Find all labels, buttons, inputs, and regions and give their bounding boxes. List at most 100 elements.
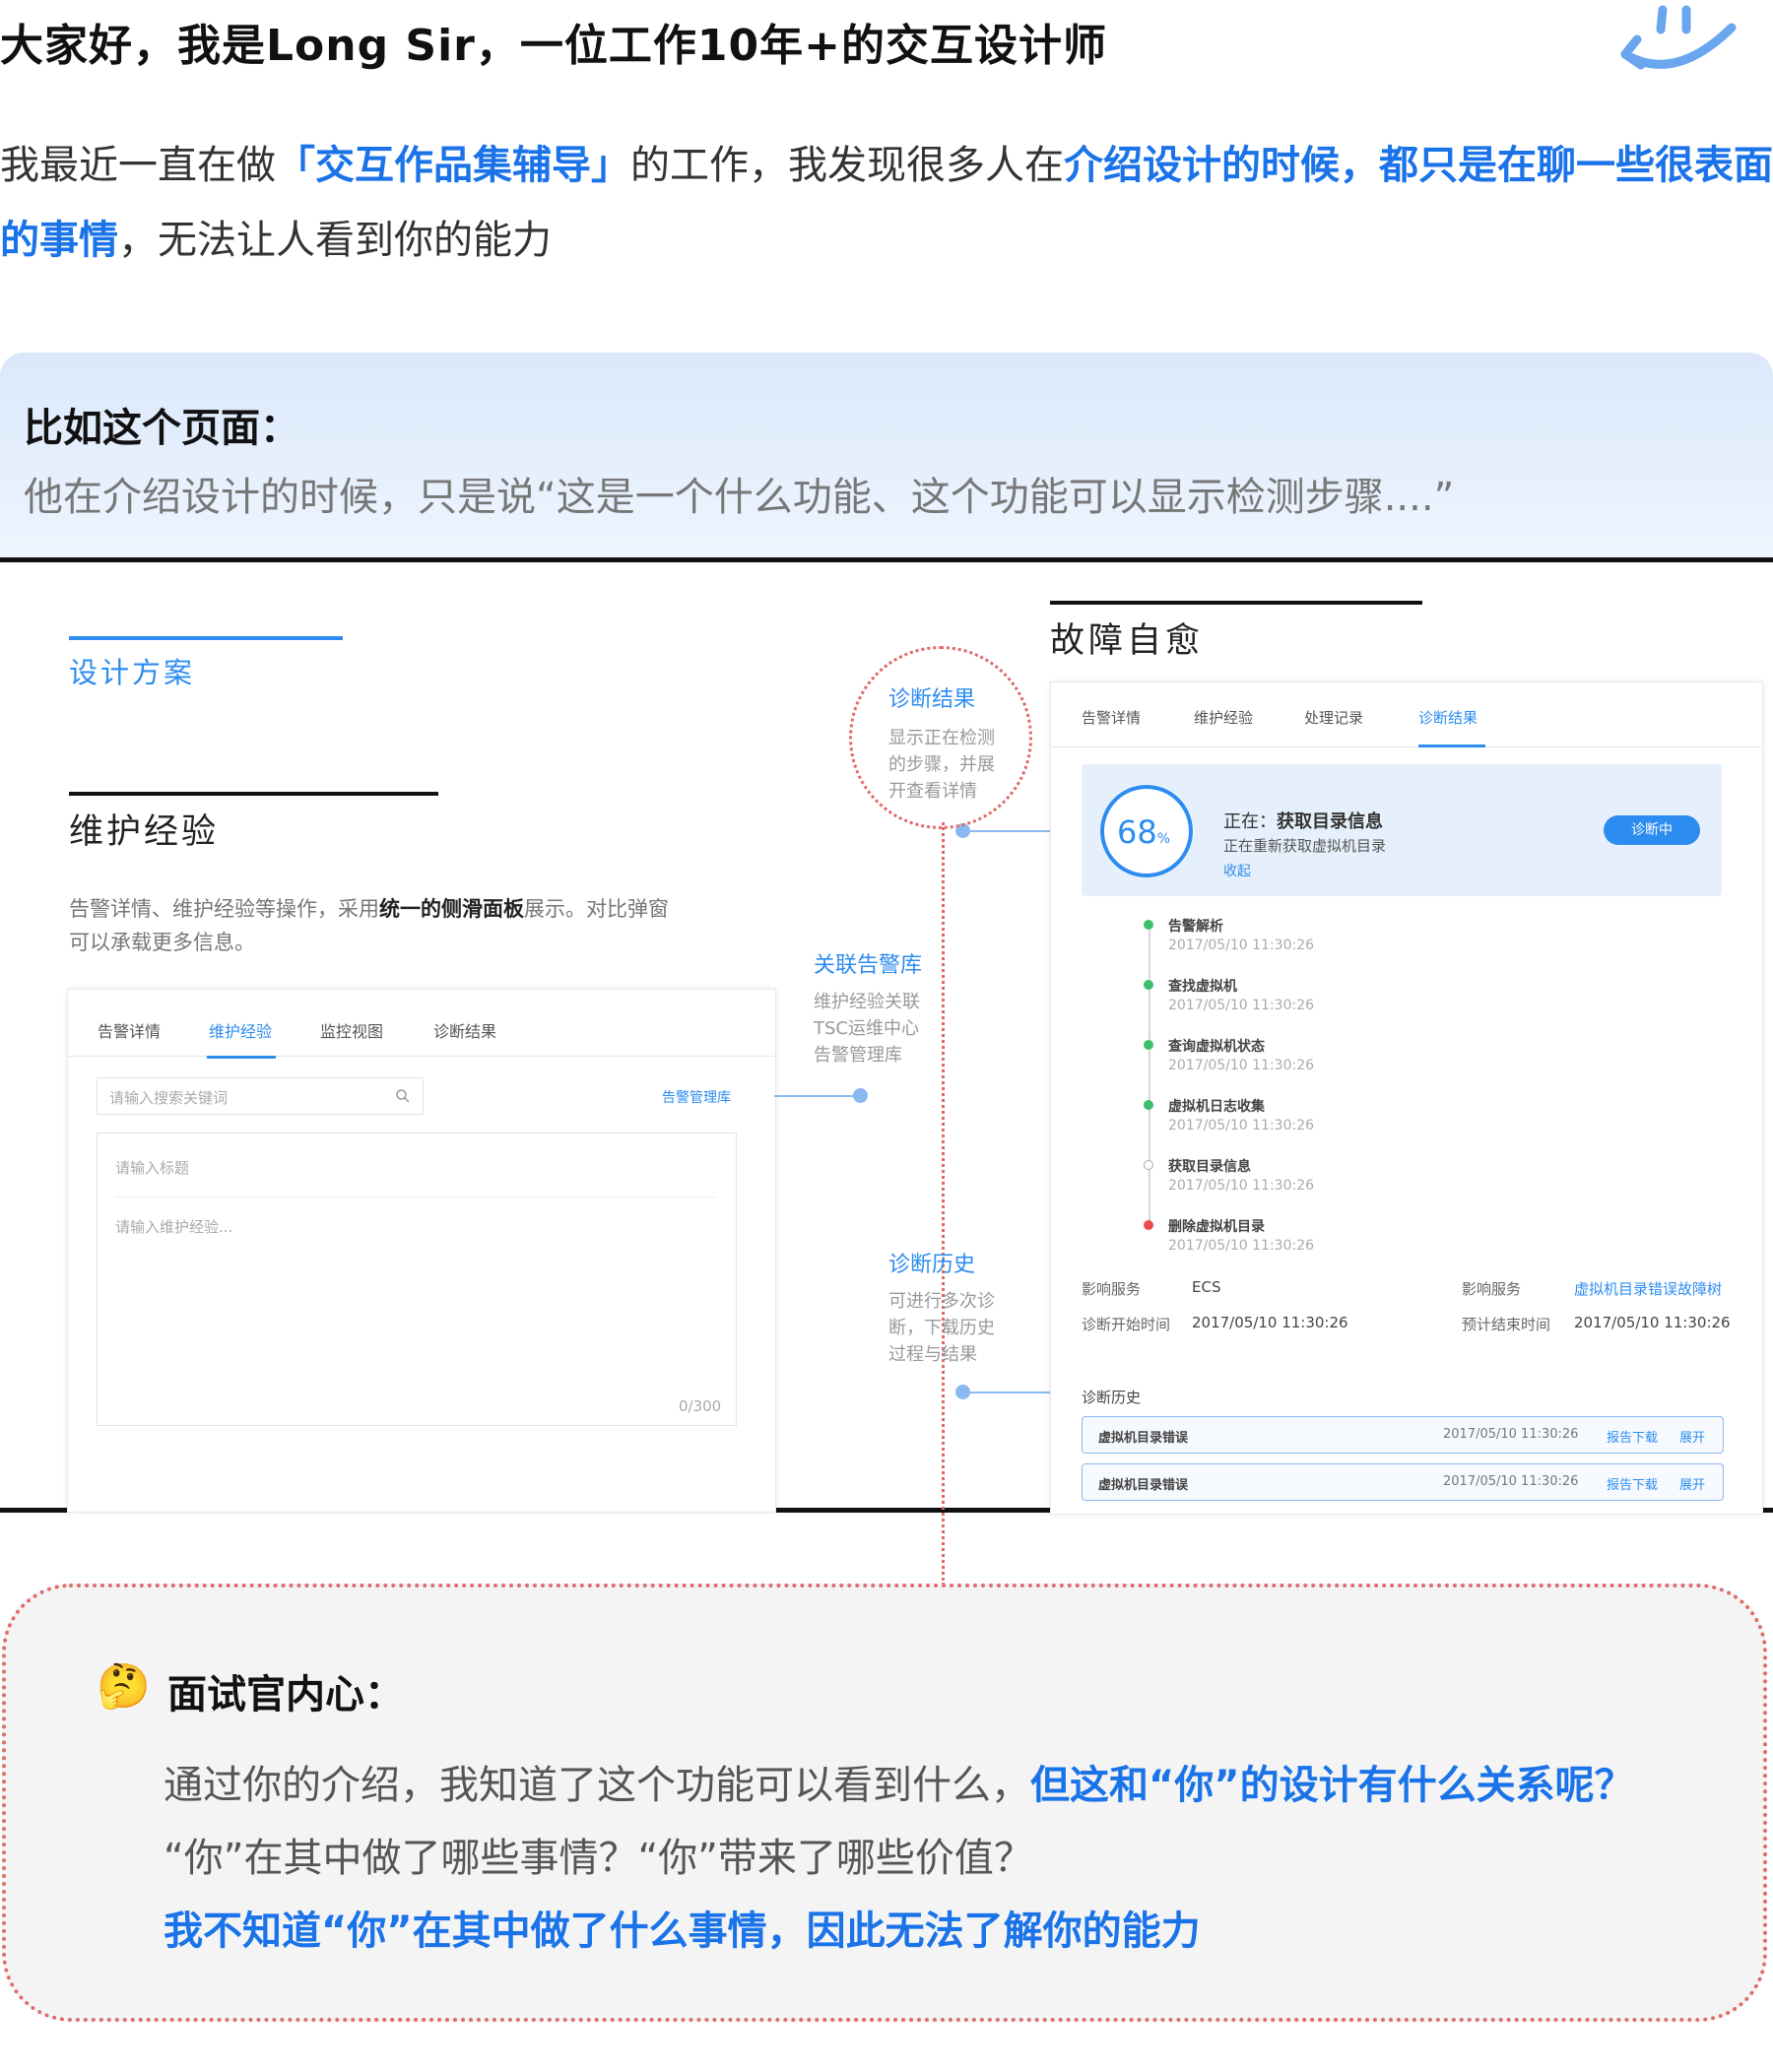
status-sub: 正在重新获取虚拟机目录 xyxy=(1223,837,1387,855)
info-link-value[interactable]: 虚拟机目录错误故障树 xyxy=(1574,1278,1722,1299)
collapse-link[interactable]: 收起 xyxy=(1223,861,1251,880)
smiley-icon xyxy=(1620,5,1737,70)
line-text: 通过你的介绍，我知道了这个功能可以看到什么， xyxy=(164,1763,1030,1808)
info-value: 2017/05/10 11:30:26 xyxy=(1574,1314,1731,1331)
annotation-line: 断，下载历史 xyxy=(888,1318,995,1338)
bottom-line-1: 通过你的介绍，我知道了这个功能可以看到什么，但这和“你”的设计有什么关系呢？ xyxy=(164,1753,1634,1810)
step-name: 获取目录信息 xyxy=(1168,1159,1251,1175)
intro-highlight-service: 「交互作品集辅导」 xyxy=(276,143,630,188)
step-dot xyxy=(1144,1100,1153,1110)
connector-line xyxy=(774,1095,859,1097)
callout-body: 他在介绍设计的时候，只是说“这是一个什么功能、这个功能可以显示检测步骤....” xyxy=(24,475,1455,520)
expand-link[interactable]: 展开 xyxy=(1679,1427,1705,1446)
alarm-library-link[interactable]: 告警管理库 xyxy=(662,1087,731,1107)
section-underline xyxy=(69,636,343,640)
thinking-face-icon: 🤔 xyxy=(97,1661,151,1712)
progress-value: 68% xyxy=(1117,813,1170,851)
callout-title: 比如这个页面： xyxy=(24,406,299,451)
content-placeholder[interactable]: 请输入维护经验... xyxy=(115,1216,232,1237)
info-key: 诊断开始时间 xyxy=(1082,1316,1171,1333)
connector-dot xyxy=(955,1385,970,1399)
info-value: ECS xyxy=(1192,1278,1221,1296)
tab-diagnosis[interactable]: 诊断结果 xyxy=(433,1018,496,1042)
step-name: 查找虚拟机 xyxy=(1168,979,1237,995)
red-dotted-pointer xyxy=(942,822,945,1586)
status-label: 正在： xyxy=(1223,811,1277,832)
progress-number: 68 xyxy=(1117,813,1157,851)
annotation-diagnosis-body: 显示正在检测 的步骤，并展 开查看详情 xyxy=(888,725,995,805)
annotation-alarm-title: 关联告警库 xyxy=(814,953,923,978)
step-dot xyxy=(1144,1160,1153,1170)
annotation-line: 维护经验关联 xyxy=(814,992,920,1012)
info-key: 影响服务 xyxy=(1082,1280,1142,1298)
right-tab-alarm[interactable]: 告警详情 xyxy=(1082,707,1141,728)
search-input[interactable]: 请输入搜索关键词 xyxy=(97,1077,424,1115)
history-time: 2017/05/10 11:30:26 xyxy=(1443,1474,1579,1489)
search-icon[interactable] xyxy=(395,1088,411,1104)
step-name: 告警解析 xyxy=(1168,919,1223,935)
step-dot xyxy=(1144,1220,1153,1230)
editor-divider xyxy=(115,1197,716,1198)
tab-active-indicator xyxy=(207,1056,276,1059)
right-tab-divider xyxy=(1050,746,1761,747)
right-tab-maintenance[interactable]: 维护经验 xyxy=(1194,707,1253,728)
right-tab-records[interactable]: 处理记录 xyxy=(1304,707,1363,728)
step-name: 删除虚拟机目录 xyxy=(1168,1219,1265,1235)
maint-editor[interactable]: 请输入标题 请输入维护经验... 0/300 xyxy=(97,1133,737,1426)
step-time: 2017/05/10 11:30:26 xyxy=(1168,998,1315,1013)
annotation-history-title: 诊断历史 xyxy=(888,1253,976,1277)
info-key: 预计结束时间 xyxy=(1462,1316,1551,1333)
status-value: 获取目录信息 xyxy=(1277,811,1383,832)
tab-maintenance[interactable]: 维护经验 xyxy=(209,1018,272,1042)
page-title: 大家好，我是Long Sir，一位工作10年+的交互设计师 xyxy=(0,21,1107,71)
tab-monitor-view[interactable]: 监控视图 xyxy=(320,1018,383,1042)
bottom-title: 面试官内心： xyxy=(167,1672,404,1717)
report-download-link[interactable]: 报告下载 xyxy=(1607,1474,1658,1493)
maint-title: 维护经验 xyxy=(69,812,220,852)
section-label: 设计方案 xyxy=(69,656,196,689)
annotation-line: 过程与结果 xyxy=(888,1344,977,1365)
connector-line xyxy=(963,830,1052,832)
annotation-line: 可进行多次诊 xyxy=(888,1291,995,1312)
intro-prefix: 我最近一直在做 xyxy=(0,143,276,188)
annotation-line: 告警管理库 xyxy=(814,1045,902,1066)
right-tab-diagnosis[interactable]: 诊断结果 xyxy=(1418,707,1478,728)
info-value: 2017/05/10 11:30:26 xyxy=(1192,1314,1348,1331)
step-name: 虚拟机日志收集 xyxy=(1168,1099,1265,1115)
annotation-line: 开查看详情 xyxy=(888,781,977,802)
history-row[interactable]: 虚拟机目录错误 2017/05/10 11:30:26 报告下载 展开 xyxy=(1082,1463,1724,1501)
line-highlight: 但这和“你”的设计有什么关系呢？ xyxy=(1030,1763,1634,1808)
step-time: 2017/05/10 11:30:26 xyxy=(1168,1238,1315,1254)
annotation-line: 显示正在检测 xyxy=(888,728,995,748)
step-time: 2017/05/10 11:30:26 xyxy=(1168,1058,1315,1073)
maint-rule xyxy=(69,792,438,796)
step-time: 2017/05/10 11:30:26 xyxy=(1168,1118,1315,1133)
step-dot xyxy=(1144,1040,1153,1050)
step-time: 2017/05/10 11:30:26 xyxy=(1168,1178,1315,1194)
step-dot xyxy=(1144,920,1153,930)
history-row[interactable]: 虚拟机目录错误 2017/05/10 11:30:26 报告下载 展开 xyxy=(1082,1416,1724,1454)
title-placeholder[interactable]: 请输入标题 xyxy=(115,1157,189,1178)
desc-bold: 统一的侧滑面板 xyxy=(379,897,524,921)
info-key: 影响服务 xyxy=(1462,1280,1522,1298)
history-name: 虚拟机目录错误 xyxy=(1098,1478,1189,1493)
expand-link[interactable]: 展开 xyxy=(1679,1474,1705,1493)
diagnosing-button[interactable]: 诊断中 xyxy=(1604,815,1700,845)
annotation-alarm-body: 维护经验关联 TSC运维中心 告警管理库 xyxy=(814,989,920,1068)
bottom-line-2: “你”在其中做了哪些事情？“你”带来了哪些价值？ xyxy=(164,1836,1033,1881)
connector-line xyxy=(963,1392,1052,1393)
tab-alarm-detail[interactable]: 告警详情 xyxy=(98,1018,161,1042)
report-download-link[interactable]: 报告下载 xyxy=(1607,1427,1658,1446)
right-tab-indicator xyxy=(1418,745,1485,747)
example-callout xyxy=(0,353,1773,559)
intro-paragraph: 我最近一直在做「交互作品集辅导」的工作，我发现很多人在介绍设计的时候，都只是在聊… xyxy=(0,128,1773,278)
step-name: 查询虚拟机状态 xyxy=(1168,1039,1265,1055)
right-rule xyxy=(1050,601,1422,605)
timeline-line xyxy=(1149,926,1150,1229)
history-time: 2017/05/10 11:30:26 xyxy=(1443,1427,1579,1442)
status-line: 正在：获取目录信息 xyxy=(1223,808,1383,833)
desc-text: 展示。对比弹窗 xyxy=(524,897,669,921)
step-time: 2017/05/10 11:30:26 xyxy=(1168,938,1315,953)
maint-description: 告警详情、维护经验等操作，采用统一的侧滑面板展示。对比弹窗 可以承载更多信息。 xyxy=(69,892,669,959)
intro-suffix: ，无法让人看到你的能力 xyxy=(118,218,552,263)
